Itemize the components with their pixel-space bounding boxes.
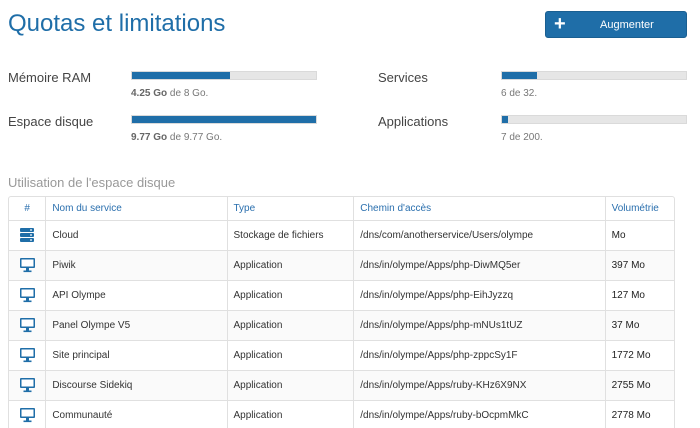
service-name: Piwik xyxy=(45,249,228,280)
service-type: Application xyxy=(227,399,355,428)
disk-usage-table: # Nom du service Type Chemin d'accès Vol… xyxy=(8,196,675,428)
plus-icon: + xyxy=(554,13,566,35)
increase-quota-button[interactable]: + Augmenter xyxy=(545,11,687,38)
row-icon-cell xyxy=(9,219,47,250)
service-volume: 37 Mo xyxy=(605,309,674,340)
ram-quota-bar xyxy=(131,71,317,80)
row-icon-cell xyxy=(9,399,47,428)
service-name: Cloud xyxy=(45,219,228,250)
disk-usage-title: Utilisation de l'espace disque xyxy=(8,175,176,190)
monitor-icon xyxy=(19,318,36,333)
column-header-path[interactable]: Chemin d'accès xyxy=(353,197,606,221)
monitor-icon xyxy=(19,408,36,423)
service-volume: 2755 Mo xyxy=(605,369,674,400)
service-type: Application xyxy=(227,369,355,400)
services-quota-bar xyxy=(501,71,687,80)
disk-quota-text: 9.77 Go de 9.77 Go. xyxy=(131,132,223,143)
table-row[interactable]: Discourse Sidekiq Application/dns/in/olym… xyxy=(9,369,674,400)
ram-quota-fill xyxy=(132,72,230,79)
service-name: API Olympe xyxy=(45,279,228,310)
service-volume: Mo xyxy=(605,219,674,250)
increase-quota-label: Augmenter xyxy=(600,19,654,31)
service-type: Application xyxy=(227,339,355,370)
service-type: Application xyxy=(227,309,355,340)
row-icon-cell xyxy=(9,279,47,310)
service-type: Stockage de fichiers xyxy=(227,219,355,250)
service-path: /dns/in/olympe/Apps/php-DiwMQ5er xyxy=(353,249,606,280)
row-icon-cell xyxy=(9,339,47,370)
service-volume: 1772 Mo xyxy=(605,339,674,370)
service-type: Application xyxy=(227,249,355,280)
table-row[interactable]: Cloud Stockage de fichiers/dns/com/anothe… xyxy=(9,219,674,250)
monitor-icon xyxy=(19,288,36,303)
column-header-number[interactable]: # xyxy=(9,197,47,221)
page-title: Quotas et limitations xyxy=(8,10,226,37)
monitor-icon xyxy=(19,258,36,273)
service-path: /dns/in/olympe/Apps/php-EihJyzzq xyxy=(353,279,606,310)
services-quota-text: 6 de 32. xyxy=(501,88,538,99)
row-icon-cell xyxy=(9,249,47,280)
table-row[interactable]: Panel Olympe V5 Application/dns/in/olympe… xyxy=(9,309,674,340)
table-row[interactable]: Communauté Application/dns/in/olympe/Apps… xyxy=(9,399,674,428)
apps-quota-label: Applications xyxy=(378,114,449,129)
apps-quota-bar xyxy=(501,115,687,124)
service-path: /dns/com/anotherservice/Users/olympe xyxy=(353,219,606,250)
table-row[interactable]: Piwik Application/dns/in/olympe/Apps/php-… xyxy=(9,249,674,280)
server-icon xyxy=(19,228,35,242)
row-icon-cell xyxy=(9,369,47,400)
ram-quota-text: 4.25 Go de 8 Go. xyxy=(131,88,209,99)
ram-quota-label: Mémoire RAM xyxy=(8,70,92,85)
apps-quota-text: 7 de 200. xyxy=(501,132,543,143)
services-quota-fill xyxy=(502,72,537,79)
service-volume: 127 Mo xyxy=(605,279,674,310)
service-name: Panel Olympe V5 xyxy=(45,309,228,340)
service-path: /dns/in/olympe/Apps/ruby-bOcpmMkC xyxy=(353,399,606,428)
monitor-icon xyxy=(19,378,36,393)
column-header-volume[interactable]: Volumétrie xyxy=(605,197,674,221)
service-name: Communauté xyxy=(45,399,228,428)
table-row[interactable]: API Olympe Application/dns/in/olympe/Apps… xyxy=(9,279,674,310)
service-type: Application xyxy=(227,279,355,310)
table-row[interactable]: Site principal Application/dns/in/olympe/… xyxy=(9,339,674,370)
disk-quota-bar xyxy=(131,115,317,124)
column-header-service-name[interactable]: Nom du service xyxy=(45,197,228,221)
services-quota-label: Services xyxy=(378,70,428,85)
service-path: /dns/in/olympe/Apps/php-zppcSy1F xyxy=(353,339,606,370)
monitor-icon xyxy=(19,348,36,363)
service-volume: 397 Mo xyxy=(605,249,674,280)
apps-quota-fill xyxy=(502,116,509,123)
disk-quota-label: Espace disque xyxy=(8,114,94,129)
service-name: Site principal xyxy=(45,339,228,370)
service-path: /dns/in/olympe/Apps/ruby-KHz6X9NX xyxy=(353,369,606,400)
disk-quota-fill xyxy=(132,116,316,123)
service-volume: 2778 Mo xyxy=(605,399,674,428)
table-header-row: # Nom du service Type Chemin d'accès Vol… xyxy=(9,197,674,221)
service-path: /dns/in/olympe/Apps/php-mNUs1tUZ xyxy=(353,309,606,340)
service-name: Discourse Sidekiq xyxy=(45,369,228,400)
row-icon-cell xyxy=(9,309,47,340)
column-header-type[interactable]: Type xyxy=(227,197,355,221)
